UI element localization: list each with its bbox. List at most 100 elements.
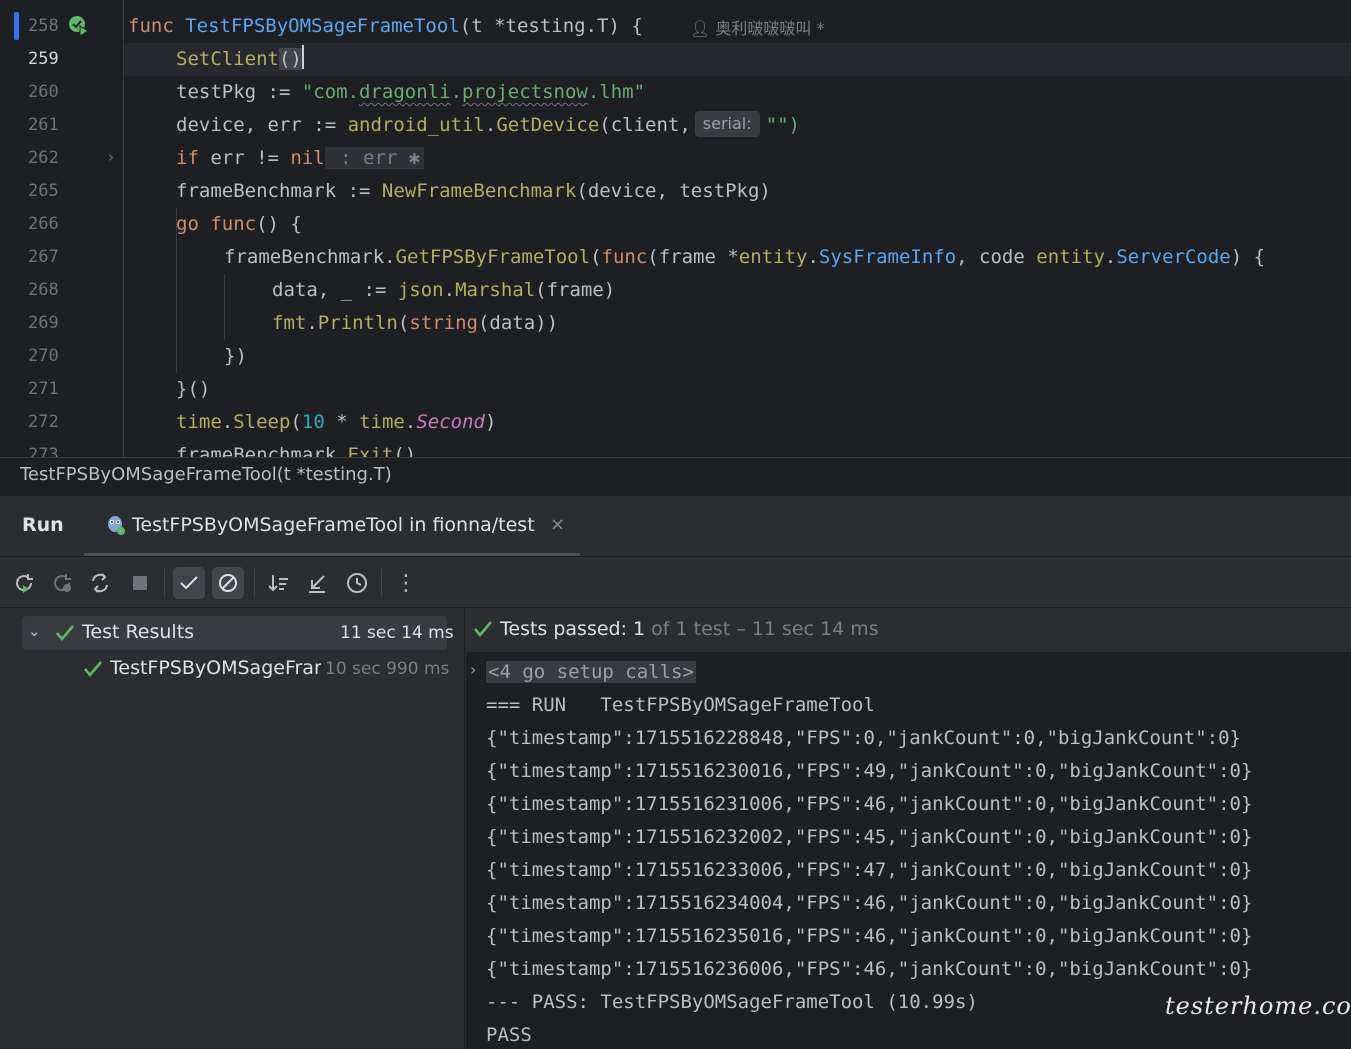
- more-options-button[interactable]: ⋮: [390, 567, 422, 599]
- toolbar-separator: [254, 569, 255, 597]
- code-line[interactable]: if err != nil : err ✱: [176, 142, 425, 175]
- code-token: (frame): [535, 279, 616, 301]
- rerun-icon: [16, 574, 33, 593]
- chevron-down-icon[interactable]: ⌄: [28, 622, 41, 640]
- stop-icon: [133, 576, 147, 590]
- console-line: {"timestamp":1715516228848,"FPS":0,"jank…: [486, 727, 1241, 749]
- code-token: Second: [416, 411, 485, 433]
- test-status-bar: Tests passed: 1 of 1 test – 11 sec 14 ms: [466, 608, 1351, 652]
- code-token: func: [128, 15, 186, 37]
- folded-region[interactable]: : err ✱: [324, 147, 425, 169]
- code-token: func: [601, 246, 648, 268]
- test-status-text: Tests passed: 1 of 1 test – 11 sec 14 ms: [500, 618, 879, 640]
- line-number: 273: [28, 445, 59, 457]
- code-token: android_util: [347, 114, 485, 136]
- code-token: () {: [256, 213, 302, 235]
- console-line: {"timestamp":1715516234004,"FPS":46,"jan…: [486, 892, 1253, 914]
- tree-node-test[interactable]: TestFPSByOMSageFrameTool 10 sec 990 ms: [22, 652, 449, 686]
- code-token: "com.: [301, 81, 360, 103]
- code-token: (device, testPkg): [576, 180, 771, 202]
- toggle-auto-test-button[interactable]: [84, 567, 116, 599]
- code-token: (): [278, 48, 302, 70]
- code-token: testPkg :=: [176, 81, 302, 103]
- clock-icon: [347, 573, 367, 593]
- code-token: entity: [738, 246, 808, 268]
- console-output[interactable]: Tests passed: 1 of 1 test – 11 sec 14 ms…: [466, 608, 1351, 1049]
- run-tab-label: TestFPSByOMSageFrameTool in fionna/test: [132, 514, 535, 536]
- code-token: NewFrameBenchmark: [381, 180, 577, 202]
- check-icon: [180, 576, 198, 590]
- code-token: (: [397, 312, 410, 334]
- tree-node-label: Test Results: [82, 621, 195, 643]
- code-line[interactable]: SetClient(): [176, 43, 304, 76]
- code-line[interactable]: fmt.Println(string(data)): [272, 307, 558, 340]
- console-line[interactable]: <4 go setup calls>: [486, 656, 696, 689]
- passed-check-icon: [84, 661, 102, 678]
- line-number: 267: [28, 247, 59, 267]
- vcs-change-marker[interactable]: [14, 12, 19, 40]
- stop-button[interactable]: [124, 567, 156, 599]
- console-line: {"timestamp":1715516232002,"FPS":45,"jan…: [486, 826, 1253, 848]
- tree-node-duration: 11 sec 14 ms: [340, 623, 454, 643]
- sort-icon: [268, 575, 288, 592]
- code-line[interactable]: }): [224, 340, 247, 373]
- line-number: 260: [28, 82, 59, 102]
- code-token: SysFrameInfo: [818, 246, 957, 268]
- passed-check-icon: [474, 621, 492, 638]
- run-tool-window: Run TestFPSByOMSageFrameTool in fionna/t…: [0, 495, 1351, 1049]
- ignored-icon: [219, 574, 237, 592]
- show-ignored-toggle[interactable]: [212, 567, 244, 599]
- status-prefix: Tests passed:: [500, 618, 634, 640]
- folded-setup-calls[interactable]: <4 go setup calls>: [486, 661, 696, 683]
- console-line: {"timestamp":1715516230016,"FPS":49,"jan…: [486, 760, 1253, 782]
- import-tests-button[interactable]: [301, 567, 333, 599]
- run-toolbar: ⋮: [0, 556, 1351, 608]
- code-line[interactable]: func TestFPSByOMSageFrameTool(t *testing…: [128, 10, 643, 43]
- rerun-button[interactable]: [8, 567, 40, 599]
- code-token: ) {: [1230, 246, 1266, 268]
- console-line: PASS: [486, 1024, 532, 1046]
- status-suffix: of 1 test – 11 sec 14 ms: [645, 618, 879, 640]
- fold-expand-icon[interactable]: ›: [108, 148, 114, 166]
- test-results-tree[interactable]: ⌄ Test Results 11 sec 14 ms TestFPSByOMS…: [0, 608, 465, 1049]
- author-inlay-hint[interactable]: 👤︎ 奥利啵啵啵叫 *: [690, 15, 825, 39]
- code-line[interactable]: go func() {: [176, 208, 302, 241]
- code-line[interactable]: testPkg := "com.dragonli.projectsnow.lhm…: [176, 76, 645, 109]
- code-token: .lhm": [587, 81, 646, 103]
- code-line[interactable]: data, _ := json.Marshal(frame): [272, 274, 615, 307]
- code-line[interactable]: time.Sleep(10 * time.Second): [176, 406, 496, 439]
- text-caret: [301, 45, 304, 69]
- tool-window-title: Run: [22, 514, 64, 536]
- console-line: {"timestamp":1715516233006,"FPS":47,"jan…: [486, 859, 1253, 881]
- editor-gutter: 258 259 260 261 262 265 266 267 268 269 …: [0, 0, 124, 457]
- chevron-right-icon[interactable]: ›: [470, 660, 476, 679]
- tree-node-test-results[interactable]: ⌄ Test Results 11 sec 14 ms: [22, 616, 454, 650]
- console-line: {"timestamp":1715516231006,"FPS":46,"jan…: [486, 793, 1253, 815]
- test-history-button[interactable]: [341, 567, 373, 599]
- code-token: TestFPSByOMSageFrameTool: [185, 15, 460, 37]
- code-line[interactable]: frameBenchmark := NewFrameBenchmark(devi…: [176, 175, 771, 208]
- breadcrumb[interactable]: TestFPSByOMSageFrameTool(t *testing.T): [0, 457, 1351, 495]
- code-token: json: [397, 279, 444, 301]
- code-token: go: [176, 213, 211, 235]
- code-token: if: [176, 147, 199, 169]
- code-line[interactable]: }(): [176, 373, 210, 406]
- rerun-failed-button[interactable]: [46, 567, 78, 599]
- sort-button[interactable]: [263, 567, 295, 599]
- code-token: time: [359, 411, 405, 433]
- line-number: 259: [28, 49, 59, 69]
- line-number: 265: [28, 181, 59, 201]
- code-token: entity: [1036, 246, 1105, 268]
- code-line[interactable]: frameBenchmark.GetFPSByFrameTool(func(fr…: [224, 241, 1265, 274]
- run-configuration-tab[interactable]: TestFPSByOMSageFrameTool in fionna/test …: [84, 496, 580, 556]
- code-line[interactable]: frameBenchmark.Exit(): [176, 439, 416, 457]
- code-token: ): [484, 411, 497, 433]
- run-test-passed-icon[interactable]: [68, 15, 90, 37]
- code-token: (: [290, 411, 302, 433]
- close-icon[interactable]: ×: [550, 514, 565, 535]
- code-editor[interactable]: 258 259 260 261 262 265 266 267 268 269 …: [0, 0, 1351, 457]
- code-token: , code: [956, 246, 1037, 268]
- code-line[interactable]: device, err := android_util.GetDevice(cl…: [176, 109, 800, 142]
- show-passed-toggle[interactable]: [173, 567, 205, 599]
- line-number: 262: [28, 148, 59, 168]
